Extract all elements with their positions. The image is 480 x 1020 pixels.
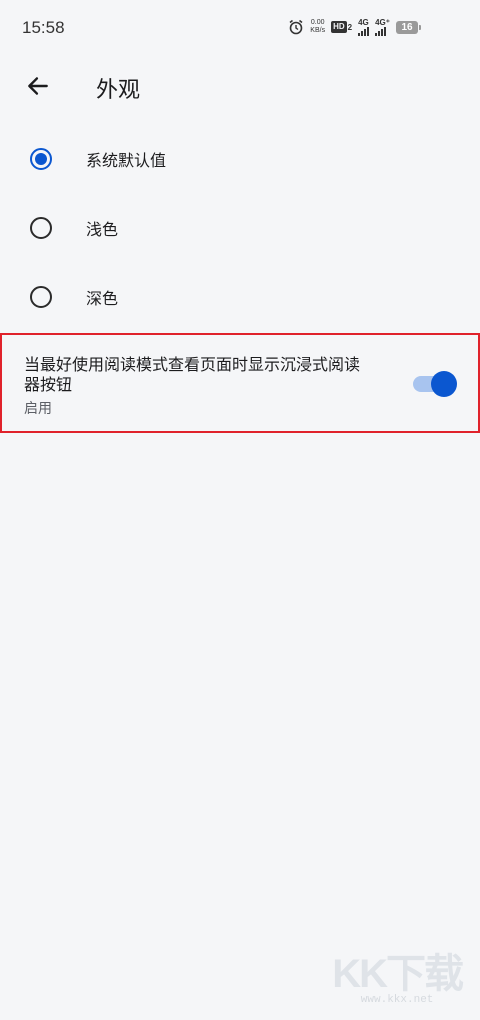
app-bar: 外观: [0, 56, 480, 120]
radio-dot: [35, 152, 47, 165]
radio-button-unchecked[interactable]: [30, 216, 52, 239]
signal-2-bars: [375, 27, 387, 36]
status-time: 15:58: [22, 18, 65, 37]
battery-level: 16: [401, 21, 413, 33]
reader-mode-title: 当最好使用阅读模式查看页面时显示沉浸式阅读器按钮: [24, 355, 361, 394]
status-bar: 15:58 0.00 KB/s HD 2 4G 4G⁺ 16: [0, 0, 480, 56]
theme-option-label: 深色: [86, 288, 119, 308]
theme-option-system-default[interactable]: 系统默认值: [0, 124, 480, 193]
reader-mode-setting[interactable]: 当最好使用阅读模式查看页面时显示沉浸式阅读器按钮 启用: [0, 333, 480, 433]
page-title: 外观: [96, 78, 141, 103]
net-speed-value: 0.00: [310, 19, 325, 26]
reader-mode-toggle[interactable]: [413, 371, 457, 397]
hd-label: HD: [331, 21, 347, 33]
toggle-thumb: [431, 371, 457, 397]
battery-icon: 16: [396, 20, 421, 34]
hd-sub: 2: [347, 22, 353, 32]
signal-1-bars: [358, 27, 370, 36]
radio-button-checked[interactable]: [30, 147, 52, 170]
theme-option-label: 浅色: [86, 219, 119, 239]
signal-1-icon: 4G: [358, 18, 370, 36]
signal-1-label: 4G: [358, 18, 369, 27]
theme-option-light[interactable]: 浅色: [0, 193, 480, 262]
alarm-clock-icon: [289, 19, 303, 35]
net-speed-unit: KB/s: [310, 27, 326, 34]
watermark: KK下载 www.kkx.net: [332, 952, 464, 1006]
radio-button-unchecked[interactable]: [30, 285, 52, 308]
signal-2-label: 4G⁺: [375, 18, 390, 27]
theme-option-dark[interactable]: 深色: [0, 262, 480, 331]
watermark-logo: KK下载: [332, 952, 464, 996]
hd-voice-icon: HD 2: [331, 21, 352, 33]
back-button[interactable]: [22, 70, 54, 102]
signal-2-icon: 4G⁺: [375, 18, 390, 36]
theme-radio-group: 系统默认值 浅色 深色: [0, 124, 480, 331]
arrow-left-icon: [28, 77, 48, 95]
reader-mode-status: 启用: [24, 401, 52, 417]
status-icons: 0.00 KB/s HD 2 4G 4G⁺ 16: [288, 18, 421, 36]
network-speed: 0.00 KB/s: [310, 19, 325, 35]
theme-option-label: 系统默认值: [86, 150, 167, 170]
